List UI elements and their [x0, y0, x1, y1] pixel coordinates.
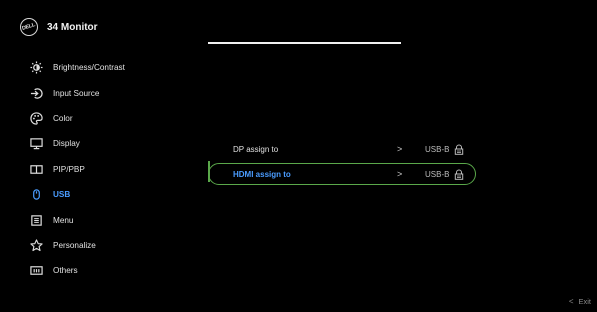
chevron-right-icon: >: [397, 144, 403, 154]
chevron-left-icon: <: [568, 297, 574, 306]
menu-item-label: Menu: [53, 215, 74, 225]
exit-label: Exit: [578, 297, 591, 306]
menu-item-others[interactable]: Others: [29, 258, 219, 283]
star-icon: [29, 238, 43, 252]
menu-item-personalize[interactable]: Personalize: [29, 233, 219, 258]
display-icon: [29, 137, 43, 151]
menu-item-label: PIP/PBP: [53, 164, 85, 174]
menu-item-display[interactable]: Display: [29, 131, 219, 156]
menu-item-label: Personalize: [53, 240, 96, 250]
menu-item-usb[interactable]: USB: [29, 182, 219, 207]
menu-item-label: Input Source: [53, 88, 100, 98]
value-text: USB-B: [425, 169, 450, 179]
menu-item-label: Brightness/Contrast: [53, 63, 125, 73]
pip-pbp-icon: [29, 162, 43, 176]
menu-item-label: USB: [53, 190, 71, 200]
header-divider: [208, 42, 401, 44]
menu-item-brightness-contrast[interactable]: Brightness/Contrast: [29, 55, 219, 80]
menu-item-label: Color: [53, 113, 73, 123]
logo-text: DELL: [21, 22, 37, 32]
menu-item-color[interactable]: Color: [29, 106, 219, 131]
usb-icon: [29, 188, 43, 202]
submenu-item-value: USB-B: [425, 169, 464, 180]
others-icon: [29, 264, 43, 278]
monitor-osd: DELL 34 Monitor Brightness/Contrast Inpu…: [0, 0, 597, 312]
input-source-icon: [29, 86, 43, 100]
submenu-item-dp-assign[interactable]: DP assign to > USB-B: [233, 139, 503, 159]
menu-icon: [29, 213, 43, 227]
chevron-right-icon: >: [397, 169, 403, 179]
osd-header: DELL 34 Monitor: [20, 16, 98, 38]
monitor-title: 34 Monitor: [47, 21, 98, 33]
dell-logo: DELL: [20, 18, 38, 36]
submenu-item-hdmi-assign[interactable]: HDMI assign to > USB-B: [233, 164, 503, 184]
menu-item-label: Others: [53, 266, 78, 276]
submenu-item-value: USB-B: [425, 144, 464, 155]
color-icon: [29, 111, 43, 125]
menu-item-label: Display: [53, 139, 80, 149]
lock-icon: [455, 169, 464, 180]
brightness-icon: [29, 61, 43, 75]
submenu-item-label: DP assign to: [233, 144, 279, 154]
lock-icon: [455, 144, 464, 155]
submenu-item-label: HDMI assign to: [233, 169, 291, 179]
menu-item-pip-pbp[interactable]: PIP/PBP: [29, 157, 219, 182]
menu-item-menu[interactable]: Menu: [29, 207, 219, 232]
menu-item-input-source[interactable]: Input Source: [29, 80, 219, 105]
main-menu: Brightness/Contrast Input Source Color D…: [29, 55, 219, 284]
value-text: USB-B: [425, 144, 450, 154]
exit-button[interactable]: < Exit: [569, 297, 591, 306]
